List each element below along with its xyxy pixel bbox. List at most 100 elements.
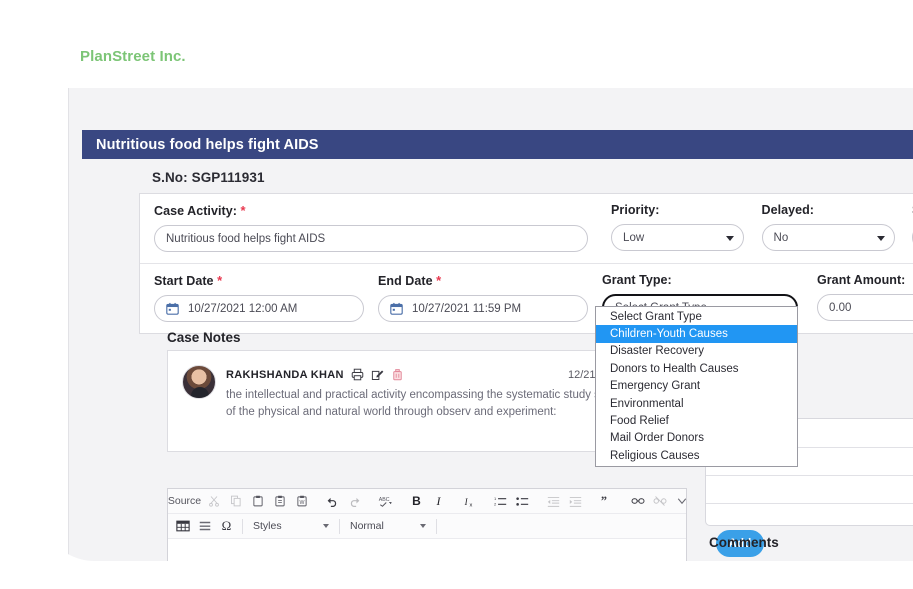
table-icon[interactable] bbox=[173, 517, 192, 536]
dropdown-option-selected[interactable]: Children-Youth Causes bbox=[596, 325, 797, 342]
format-select[interactable]: Normal bbox=[346, 517, 430, 535]
dropdown-option[interactable]: Emergency Grant bbox=[596, 378, 797, 395]
remove-format-icon[interactable]: Ix bbox=[460, 492, 479, 511]
field-case-activity: Case Activity: * Nutritious food helps f… bbox=[140, 203, 597, 252]
print-icon[interactable] bbox=[351, 368, 364, 381]
calendar-icon bbox=[390, 302, 403, 315]
delete-icon[interactable] bbox=[391, 368, 404, 381]
start-date-value: 10/27/2021 12:00 AM bbox=[188, 303, 297, 315]
spellcheck-icon[interactable]: ABC bbox=[376, 492, 395, 511]
format-label: Normal bbox=[350, 520, 384, 532]
form-row-1: Case Activity: * Nutritious food helps f… bbox=[140, 194, 913, 264]
field-delayed: Delayed: No bbox=[748, 203, 898, 251]
paste-text-icon[interactable] bbox=[270, 492, 289, 511]
source-label: Source bbox=[168, 495, 201, 507]
page-title-bar: Nutritious food helps fight AIDS bbox=[82, 130, 913, 159]
copy-icon[interactable] bbox=[226, 492, 245, 511]
priority-value: Low bbox=[623, 232, 644, 244]
divider bbox=[706, 503, 913, 504]
styles-select[interactable]: Styles bbox=[249, 517, 333, 535]
case-notes-heading: Case Notes bbox=[167, 330, 241, 345]
page-title: Nutritious food helps fight AIDS bbox=[82, 137, 319, 153]
link-icon[interactable] bbox=[628, 492, 647, 511]
delayed-select[interactable]: No bbox=[762, 224, 895, 251]
divider bbox=[436, 519, 437, 534]
start-date-input[interactable]: 10/27/2021 12:00 AM bbox=[154, 295, 364, 322]
field-start-date: Start Date * bbox=[140, 273, 364, 322]
required-marker: * bbox=[436, 273, 441, 288]
dropdown-option[interactable]: Donors to Health Causes bbox=[596, 360, 797, 377]
start-date-label: Start Date * bbox=[154, 273, 364, 288]
editor-text-area[interactable] bbox=[168, 539, 686, 561]
calendar-icon bbox=[166, 302, 179, 315]
case-note-editor: Source W bbox=[167, 488, 687, 561]
undo-icon[interactable] bbox=[323, 492, 342, 511]
svg-text:I: I bbox=[464, 496, 469, 506]
brand-bar: PlanStreet Inc. bbox=[42, 28, 913, 88]
grant-type-dropdown-menu[interactable]: Select Grant Type Children-Youth Causes … bbox=[595, 306, 798, 467]
end-date-value: 10/27/2021 11:59 PM bbox=[412, 303, 521, 315]
brand-logo: PlanStreet Inc. bbox=[80, 48, 186, 65]
bold-icon[interactable]: B bbox=[407, 492, 426, 511]
svg-text:”: ” bbox=[601, 495, 607, 508]
blockquote-icon[interactable]: ” bbox=[597, 492, 616, 511]
svg-text:x: x bbox=[470, 502, 473, 508]
required-marker: * bbox=[240, 203, 245, 218]
svg-text:2: 2 bbox=[494, 501, 497, 506]
chevron-down-icon bbox=[726, 236, 734, 241]
dropdown-option[interactable]: Disaster Recovery bbox=[596, 343, 797, 360]
cut-icon[interactable] bbox=[204, 492, 223, 511]
case-note-header: RAKHSHANDA KHAN bbox=[226, 368, 404, 381]
case-activity-input[interactable]: Nutritious food helps fight AIDS bbox=[154, 225, 588, 252]
delayed-label: Delayed: bbox=[762, 203, 898, 217]
italic-icon[interactable]: I bbox=[429, 492, 448, 511]
end-date-input[interactable]: 10/27/2021 11:59 PM bbox=[378, 295, 588, 322]
grant-amount-input[interactable]: 0.00 bbox=[817, 294, 913, 321]
screenshot-root: PlanStreet Inc. Nutritious food helps fi… bbox=[0, 0, 913, 589]
dropdown-option[interactable]: Select Grant Type bbox=[596, 308, 797, 325]
chevron-down-icon bbox=[323, 524, 329, 528]
unlink-icon[interactable] bbox=[650, 492, 669, 511]
horizontal-rule-icon[interactable] bbox=[195, 517, 214, 536]
divider bbox=[339, 519, 340, 534]
app-window-card: PlanStreet Inc. Nutritious food helps fi… bbox=[42, 28, 913, 561]
svg-text:W: W bbox=[299, 500, 304, 506]
editor-toolbar-row-2: Ω Styles Normal bbox=[168, 514, 686, 539]
dropdown-option[interactable]: Environmental bbox=[596, 395, 797, 412]
outdent-icon[interactable] bbox=[544, 492, 563, 511]
case-activity-value: Nutritious food helps fight AIDS bbox=[166, 233, 325, 245]
app-viewport: Nutritious food helps fight AIDS S.No: S… bbox=[68, 88, 913, 561]
comments-heading: Comments bbox=[709, 535, 779, 550]
field-grant-amount: Grant Amount: 0.00 bbox=[803, 273, 913, 321]
numbered-list-icon[interactable]: 12 bbox=[491, 492, 510, 511]
expand-toolbar-icon[interactable] bbox=[672, 492, 691, 511]
redo-icon[interactable] bbox=[345, 492, 364, 511]
edit-icon[interactable] bbox=[371, 368, 384, 381]
editor-toolbar-row-1: Source W bbox=[168, 489, 686, 514]
indent-icon[interactable] bbox=[566, 492, 585, 511]
dropdown-option[interactable]: Religious Causes bbox=[596, 447, 797, 464]
end-date-label: End Date * bbox=[378, 273, 588, 288]
dropdown-option[interactable]: Mail Order Donors bbox=[596, 430, 797, 447]
svg-text:ABC: ABC bbox=[379, 497, 390, 503]
field-priority: Priority: Low bbox=[597, 203, 747, 251]
special-char-icon[interactable]: Ω bbox=[217, 517, 236, 536]
grant-type-label: Grant Type: bbox=[602, 273, 803, 287]
divider bbox=[242, 519, 243, 534]
styles-label: Styles bbox=[253, 520, 282, 532]
dropdown-option[interactable]: Food Relief bbox=[596, 412, 797, 429]
field-status: Status New bbox=[898, 203, 913, 251]
chevron-down-icon bbox=[420, 524, 426, 528]
source-icon[interactable]: Source bbox=[173, 492, 192, 511]
priority-select[interactable]: Low bbox=[611, 224, 744, 251]
priority-label: Priority: bbox=[611, 203, 747, 217]
required-marker: * bbox=[217, 273, 222, 288]
paste-word-icon[interactable]: W bbox=[292, 492, 311, 511]
bulleted-list-icon[interactable] bbox=[513, 492, 532, 511]
case-note-author: RAKHSHANDA KHAN bbox=[226, 369, 344, 381]
delayed-value: No bbox=[774, 232, 789, 244]
divider bbox=[706, 475, 913, 476]
case-activity-label: Case Activity: * bbox=[154, 203, 597, 218]
grant-amount-value: 0.00 bbox=[829, 302, 851, 314]
paste-icon[interactable] bbox=[248, 492, 267, 511]
